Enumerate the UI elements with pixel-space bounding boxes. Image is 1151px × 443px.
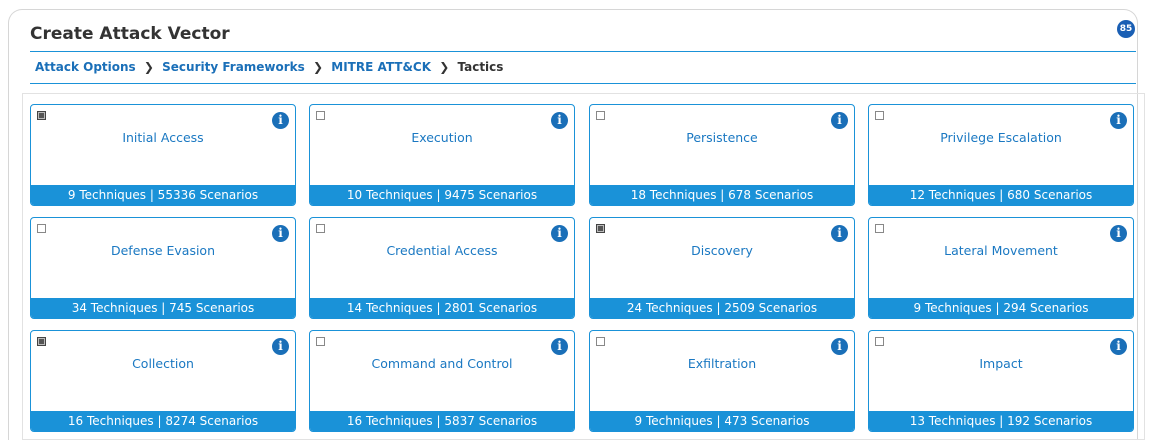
tactic-name: Impact [979, 356, 1023, 371]
tactic-checkbox[interactable] [596, 224, 605, 233]
info-icon[interactable]: i [831, 112, 848, 129]
notification-badge[interactable]: 85 [1117, 20, 1135, 38]
info-icon[interactable]: i [1110, 112, 1127, 129]
tactic-checkbox[interactable] [316, 111, 325, 120]
tactic-checkbox[interactable] [37, 337, 46, 346]
breadcrumb-current-tactics: Tactics [457, 60, 504, 74]
tactic-name: Command and Control [371, 356, 513, 371]
info-icon[interactable]: i [831, 338, 848, 355]
tactic-card[interactable]: i Exfiltration 9 Techniques | 473 Scenario… [589, 330, 855, 432]
tactic-summary: 18 Techniques | 678 Scenarios [590, 185, 854, 205]
tactic-summary: 24 Techniques | 2509 Scenarios [590, 298, 854, 318]
tactic-checkbox[interactable] [875, 224, 884, 233]
tactic-name: Defense Evasion [110, 243, 216, 258]
tactic-card[interactable]: i Lateral Movement 9 Techniques | 294 Scen… [868, 217, 1134, 319]
tactic-summary: 12 Techniques | 680 Scenarios [869, 185, 1133, 205]
chevron-right-icon: ❯ [439, 60, 450, 74]
tactic-checkbox[interactable] [596, 111, 605, 120]
tactic-name: Initial Access [122, 130, 204, 145]
tactic-card[interactable]: i Discovery 24 Techniques | 2509 Scenarios [589, 217, 855, 319]
tactic-summary: 10 Techniques | 9475 Scenarios [310, 185, 574, 205]
tactic-name: Lateral Movement [944, 243, 1058, 258]
info-icon[interactable]: i [551, 112, 568, 129]
tactic-card[interactable]: i Execution 10 Techniques | 9475 Scenarios [309, 104, 575, 206]
chevron-right-icon: ❯ [313, 60, 324, 74]
breadcrumb-security-frameworks[interactable]: Security Frameworks [162, 60, 305, 74]
info-icon[interactable]: i [1110, 338, 1127, 355]
tactic-card[interactable]: i Persistence 18 Techniques | 678 Scenario… [589, 104, 855, 206]
tactic-checkbox[interactable] [37, 224, 46, 233]
tactic-checkbox[interactable] [37, 111, 46, 120]
tactic-summary: 16 Techniques | 5837 Scenarios [310, 411, 574, 431]
info-icon[interactable]: i [831, 225, 848, 242]
breadcrumb: Attack Options ❯ Security Frameworks ❯ M… [35, 60, 503, 74]
info-icon[interactable]: i [272, 112, 289, 129]
tactic-checkbox[interactable] [596, 337, 605, 346]
title-divider [30, 51, 1136, 52]
tactic-card[interactable]: i Impact 13 Techniques | 192 Scenarios [868, 330, 1134, 432]
tactic-summary: 16 Techniques | 8274 Scenarios [31, 411, 295, 431]
tactic-checkbox[interactable] [316, 337, 325, 346]
breadcrumb-divider [30, 83, 1136, 84]
breadcrumb-mitre-attack[interactable]: MITRE ATT&CK [331, 60, 431, 74]
tactic-card[interactable]: i Collection 16 Techniques | 8274 Scenario… [30, 330, 296, 432]
info-icon[interactable]: i [272, 338, 289, 355]
info-icon[interactable]: i [1110, 225, 1127, 242]
chevron-right-icon: ❯ [143, 60, 154, 74]
tactic-summary: 9 Techniques | 55336 Scenarios [31, 185, 295, 205]
tactic-name: Credential Access [386, 243, 498, 258]
tactic-checkbox[interactable] [875, 337, 884, 346]
tactic-card[interactable]: i Defense Evasion 34 Techniques | 745 Scen… [30, 217, 296, 319]
tactic-checkbox[interactable] [316, 224, 325, 233]
tactic-summary: 34 Techniques | 745 Scenarios [31, 298, 295, 318]
info-icon[interactable]: i [272, 225, 289, 242]
tactic-summary: 9 Techniques | 473 Scenarios [590, 411, 854, 431]
tactic-card[interactable]: i Initial Access 9 Techniques | 55336 Scen… [30, 104, 296, 206]
tactic-summary: 9 Techniques | 294 Scenarios [869, 298, 1133, 318]
tactic-name: Exfiltration [687, 356, 757, 371]
tactic-name: Execution [411, 130, 473, 145]
tactic-name: Persistence [686, 130, 758, 145]
tactic-card[interactable]: i Command and Control 16 Techniques | 5837… [309, 330, 575, 432]
tactic-name: Discovery [691, 243, 753, 258]
tactic-card[interactable]: i Credential Access 14 Techniques | 2801 S… [309, 217, 575, 319]
info-icon[interactable]: i [551, 225, 568, 242]
breadcrumb-attack-options[interactable]: Attack Options [35, 60, 136, 74]
tactic-checkbox[interactable] [875, 111, 884, 120]
info-icon[interactable]: i [551, 338, 568, 355]
tactic-summary: 13 Techniques | 192 Scenarios [869, 411, 1133, 431]
tactic-name: Privilege Escalation [940, 130, 1062, 145]
page-title: Create Attack Vector [30, 24, 230, 44]
tactic-card[interactable]: i Privilege Escalation 12 Techniques | 680… [868, 104, 1134, 206]
tactic-summary: 14 Techniques | 2801 Scenarios [310, 298, 574, 318]
tactic-name: Collection [132, 356, 194, 371]
